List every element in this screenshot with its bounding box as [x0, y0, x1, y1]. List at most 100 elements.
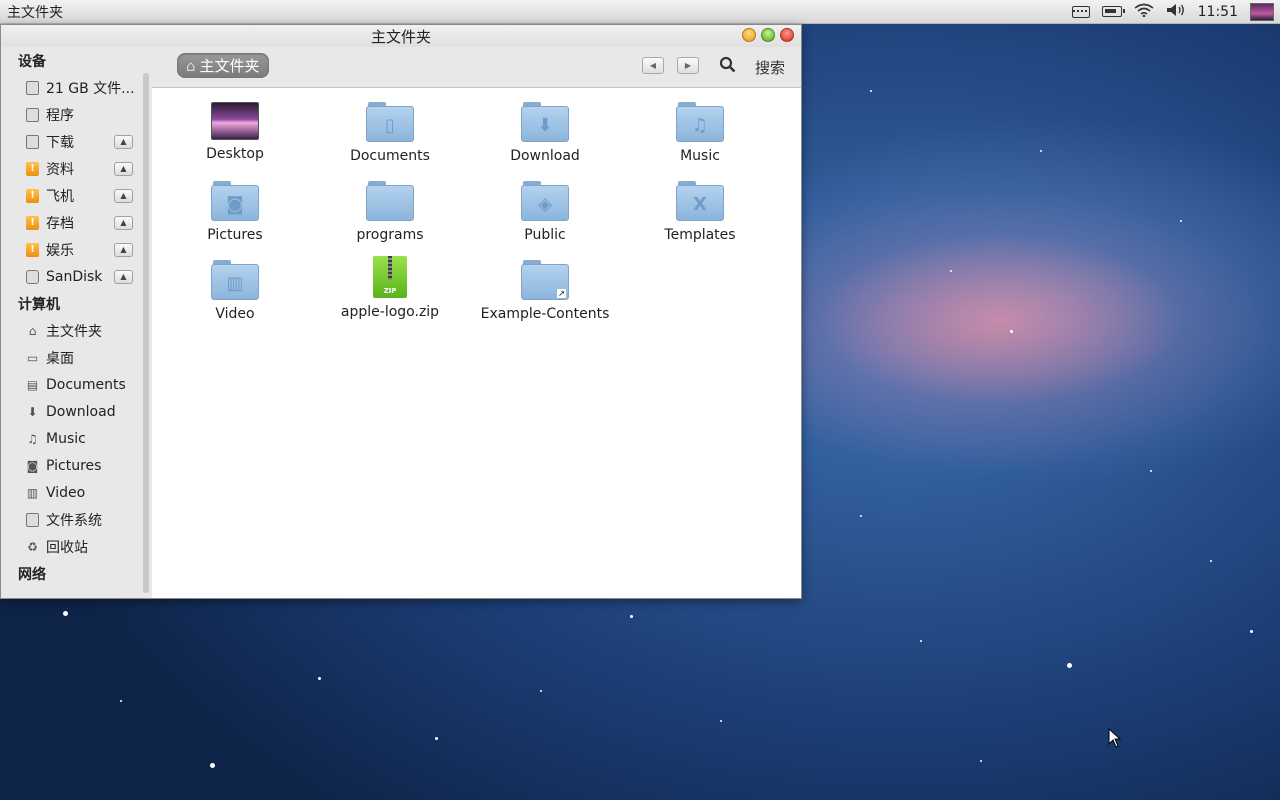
battery-icon[interactable]: [1101, 6, 1125, 17]
volume-icon[interactable]: [1166, 3, 1186, 21]
file-item-music[interactable]: ♫ Music: [630, 102, 770, 164]
sidebar-item-label: Documents: [46, 376, 126, 393]
sidebar-item-label: 回收站: [46, 539, 88, 556]
camera-icon: ◙: [26, 458, 39, 473]
sidebar-item-label: 飞机: [46, 188, 74, 205]
drive-icon: [25, 80, 40, 95]
file-item-download[interactable]: ⬇ Download: [475, 102, 615, 164]
desktop-icon: ▭: [26, 350, 39, 365]
file-item-desktop[interactable]: Desktop: [165, 102, 305, 162]
user-avatar[interactable]: [1250, 2, 1274, 21]
usb-drive-icon: [25, 269, 40, 284]
folder-video-icon: ▥: [211, 260, 259, 300]
file-item-documents[interactable]: ▯ Documents: [320, 102, 460, 164]
breadcrumb-label: 主文件夹: [199, 57, 260, 75]
mouse-cursor-icon: [1108, 728, 1122, 748]
file-item-apple-logo-zip[interactable]: ZIP apple-logo.zip: [320, 256, 460, 320]
sidebar-header-computer: 计算机: [18, 297, 60, 313]
sidebar-item-drive-21gb[interactable]: 21 GB 文件...: [1, 74, 151, 101]
trash-icon: ♻: [27, 539, 38, 554]
eject-button[interactable]: ▲: [114, 161, 133, 176]
sidebar-item-plane-drive[interactable]: ! 飞机 ▲: [1, 182, 151, 209]
sidebar-item-label: Pictures: [46, 457, 102, 474]
sidebar-item-music[interactable]: ♫ Music: [1, 425, 151, 452]
sidebar-item-label: 程序: [46, 107, 74, 124]
file-label: Video: [215, 306, 255, 322]
orange-drive-icon: !: [25, 242, 40, 257]
sidebar-item-download[interactable]: ⬇ Download: [1, 398, 151, 425]
eject-button[interactable]: ▲: [114, 215, 133, 230]
sidebar-item-label: 21 GB 文件...: [46, 80, 135, 97]
back-button[interactable]: ◀: [642, 57, 664, 74]
breadcrumb-home[interactable]: ⌂ 主文件夹: [177, 53, 269, 78]
zip-badge: ZIP: [383, 287, 397, 295]
file-item-video[interactable]: ▥ Video: [165, 260, 305, 322]
file-label: programs: [356, 227, 424, 243]
top-panel: 主文件夹 11:51: [0, 0, 1280, 24]
window-controls: [742, 28, 794, 42]
folder-templates-icon: X: [676, 181, 724, 221]
sidebar-item-label: SanDisk: [46, 268, 103, 285]
film-icon: ▥: [26, 485, 39, 500]
sidebar-item-pictures[interactable]: ◙ Pictures: [1, 452, 151, 479]
sidebar-item-label: 主文件夹: [46, 323, 102, 340]
sidebar-item-home[interactable]: ⌂ 主文件夹: [1, 317, 151, 344]
window-title: 主文件夹: [370, 27, 431, 46]
file-item-pictures[interactable]: ◙ Pictures: [165, 181, 305, 243]
desktop-thumbnail-icon: [211, 102, 259, 140]
sidebar-item-entertainment-drive[interactable]: ! 娱乐 ▲: [1, 236, 151, 263]
sidebar-item-documents[interactable]: ▤ Documents: [1, 371, 151, 398]
sidebar-item-label: 娱乐: [46, 242, 74, 259]
active-app-title: 主文件夹: [7, 4, 63, 21]
search-button[interactable]: 搜索: [755, 57, 785, 78]
toolbar: ⌂ 主文件夹 ◀ ▶ 搜索: [152, 47, 801, 88]
file-label: apple-logo.zip: [340, 304, 440, 320]
sidebar-scrollbar[interactable]: [143, 73, 149, 593]
folder-icon: [366, 181, 414, 221]
eject-button[interactable]: ▲: [114, 134, 133, 149]
sidebar-item-download-drive[interactable]: 下载 ▲: [1, 128, 151, 155]
sidebar-item-filesystem[interactable]: 文件系统: [1, 506, 151, 533]
clock[interactable]: 11:51: [1198, 4, 1238, 20]
file-item-templates[interactable]: X Templates: [630, 181, 770, 243]
sidebar-item-label: 资料: [46, 161, 74, 178]
sidebar-item-sandisk[interactable]: SanDisk ▲: [1, 263, 151, 290]
documents-icon: ▤: [26, 377, 39, 392]
file-view: Desktop ▯ Documents ⬇ Download ♫ Music ◙…: [152, 88, 801, 598]
music-icon: ♫: [27, 431, 38, 446]
sidebar-header-network: 网络: [18, 567, 46, 583]
file-label: Download: [510, 148, 580, 164]
forward-button[interactable]: ▶: [677, 57, 699, 74]
close-button[interactable]: [780, 28, 794, 42]
sidebar-item-data-drive[interactable]: ! 资料 ▲: [1, 155, 151, 182]
eject-button[interactable]: ▲: [114, 188, 133, 203]
folder-documents-icon: ▯: [366, 102, 414, 142]
file-item-programs[interactable]: programs: [320, 181, 460, 243]
file-label: Example-Contents: [480, 306, 610, 322]
sidebar-item-video[interactable]: ▥ Video: [1, 479, 151, 506]
window-titlebar[interactable]: 主文件夹: [1, 25, 801, 47]
drive-icon: [25, 512, 40, 527]
file-label: Pictures: [207, 227, 263, 243]
search-icon[interactable]: [719, 56, 736, 77]
sidebar-item-label: 下载: [46, 134, 74, 151]
eject-button[interactable]: ▲: [114, 269, 133, 284]
wifi-icon[interactable]: [1134, 3, 1154, 21]
sidebar-item-trash[interactable]: ♻ 回收站: [1, 533, 151, 560]
sidebar-item-archive-drive[interactable]: ! 存档 ▲: [1, 209, 151, 236]
minimize-button[interactable]: [742, 28, 756, 42]
system-tray: 11:51: [1071, 2, 1274, 21]
file-label: Public: [524, 227, 566, 243]
keyboard-icon[interactable]: [1071, 5, 1090, 18]
maximize-button[interactable]: [761, 28, 775, 42]
folder-public-icon: ◈: [521, 181, 569, 221]
sidebar-item-desktop[interactable]: ▭ 桌面: [1, 344, 151, 371]
file-item-public[interactable]: ◈ Public: [475, 181, 615, 243]
orange-drive-icon: !: [25, 188, 40, 203]
home-icon: ⌂: [186, 56, 196, 75]
file-item-example-contents[interactable]: ↗ Example-Contents: [475, 260, 615, 322]
eject-button[interactable]: ▲: [114, 242, 133, 257]
sidebar-item-programs-drive[interactable]: 程序: [1, 101, 151, 128]
download-icon: ⬇: [27, 404, 38, 419]
drive-icon: [25, 134, 40, 149]
